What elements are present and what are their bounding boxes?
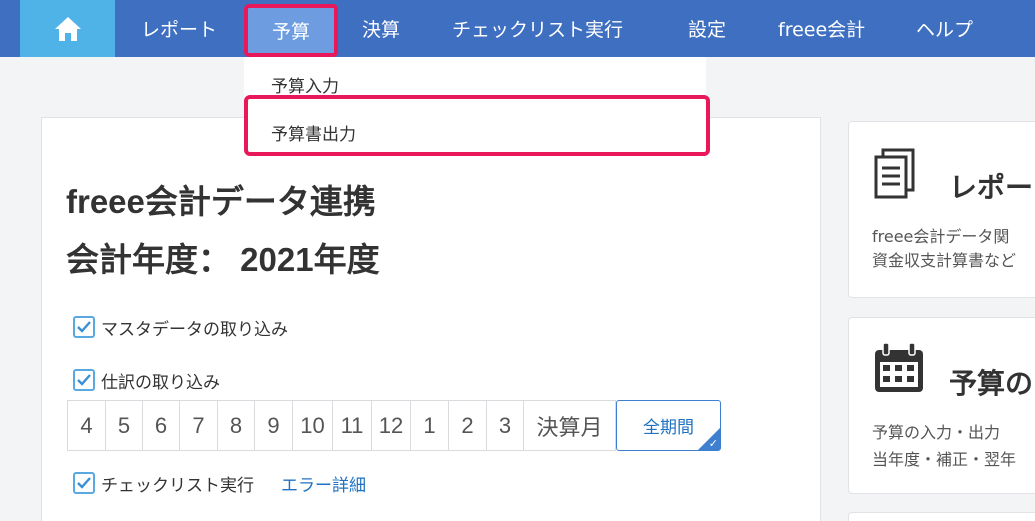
checklist-label: チェックリスト実行: [101, 475, 254, 496]
nav-settlement[interactable]: 決算: [362, 0, 400, 57]
month-selector: 4 5 6 7 8 9 10 11 12 1 2 3 決算月: [67, 400, 616, 451]
fiscal-year-title: 会計年度： 2021年度: [66, 241, 380, 278]
month-9[interactable]: 9: [255, 401, 293, 450]
month-3[interactable]: 3: [487, 401, 524, 450]
report-card-desc-1: freee会計データ関: [872, 227, 1010, 246]
top-nav: レポート 予算 決算 チェックリスト実行 設定 freee会計 ヘルプ: [0, 0, 1035, 57]
nav-freee[interactable]: freee会計: [778, 0, 865, 57]
month-12[interactable]: 12: [372, 401, 411, 450]
month-1[interactable]: 1: [411, 401, 449, 450]
check-icon: [77, 321, 91, 333]
nav-budget[interactable]: 予算: [244, 4, 338, 57]
month-10[interactable]: 10: [293, 401, 333, 450]
checklist-checkbox[interactable]: [73, 472, 95, 494]
calendar-icon: [875, 342, 923, 392]
month-11[interactable]: 11: [333, 401, 372, 450]
month-6[interactable]: 6: [143, 401, 180, 450]
home-icon: [54, 16, 81, 41]
master-import-label: マスタデータの取り込み: [101, 319, 288, 340]
check-icon: [77, 477, 91, 489]
month-2[interactable]: 2: [449, 401, 487, 450]
month-8[interactable]: 8: [218, 401, 255, 450]
dropdown-item-budget-input[interactable]: 予算入力: [271, 72, 339, 97]
highlight-box: [244, 95, 710, 156]
all-period-button[interactable]: 全期間 ✓: [616, 400, 721, 451]
report-card-title: レポー: [949, 171, 1034, 204]
budget-card-title: 予算の: [949, 367, 1034, 400]
error-details-link[interactable]: エラー詳細: [281, 471, 366, 496]
budget-card[interactable]: 予算の 予算の入力・出力 当年度・補正・翌年: [848, 317, 1035, 494]
checklist-row: チェックリスト実行 エラー詳細: [73, 470, 366, 496]
home-button[interactable]: [20, 0, 115, 57]
page-title: freee会計データ連携: [66, 183, 376, 220]
month-5[interactable]: 5: [106, 401, 143, 450]
nav-report[interactable]: レポート: [141, 0, 217, 57]
master-import-checkbox[interactable]: [73, 316, 95, 338]
check-icon: [77, 374, 91, 386]
budget-card-desc-1: 予算の入力・出力: [872, 423, 1001, 442]
journal-import-row: 仕訳の取り込み: [73, 367, 220, 393]
selected-check-icon: ✓: [708, 437, 718, 450]
master-import-row: マスタデータの取り込み: [73, 314, 288, 340]
month-7[interactable]: 7: [180, 401, 218, 450]
document-icon: [874, 148, 915, 199]
nav-checklist[interactable]: チェックリスト実行: [452, 0, 623, 57]
journal-import-checkbox[interactable]: [73, 369, 95, 391]
nav-settings[interactable]: 設定: [688, 0, 726, 57]
all-period-label: 全期間: [643, 418, 694, 438]
budget-card-desc-2: 当年度・補正・翌年: [872, 450, 1017, 469]
next-card[interactable]: [848, 512, 1035, 521]
report-card-desc-2: 資金収支計算書など: [872, 251, 1017, 270]
month-4[interactable]: 4: [68, 401, 106, 450]
month-settlement[interactable]: 決算月: [524, 401, 615, 450]
report-card[interactable]: レポー freee会計データ関 資金収支計算書など: [848, 121, 1035, 298]
journal-import-label: 仕訳の取り込み: [101, 372, 220, 393]
nav-help[interactable]: ヘルプ: [916, 0, 973, 57]
